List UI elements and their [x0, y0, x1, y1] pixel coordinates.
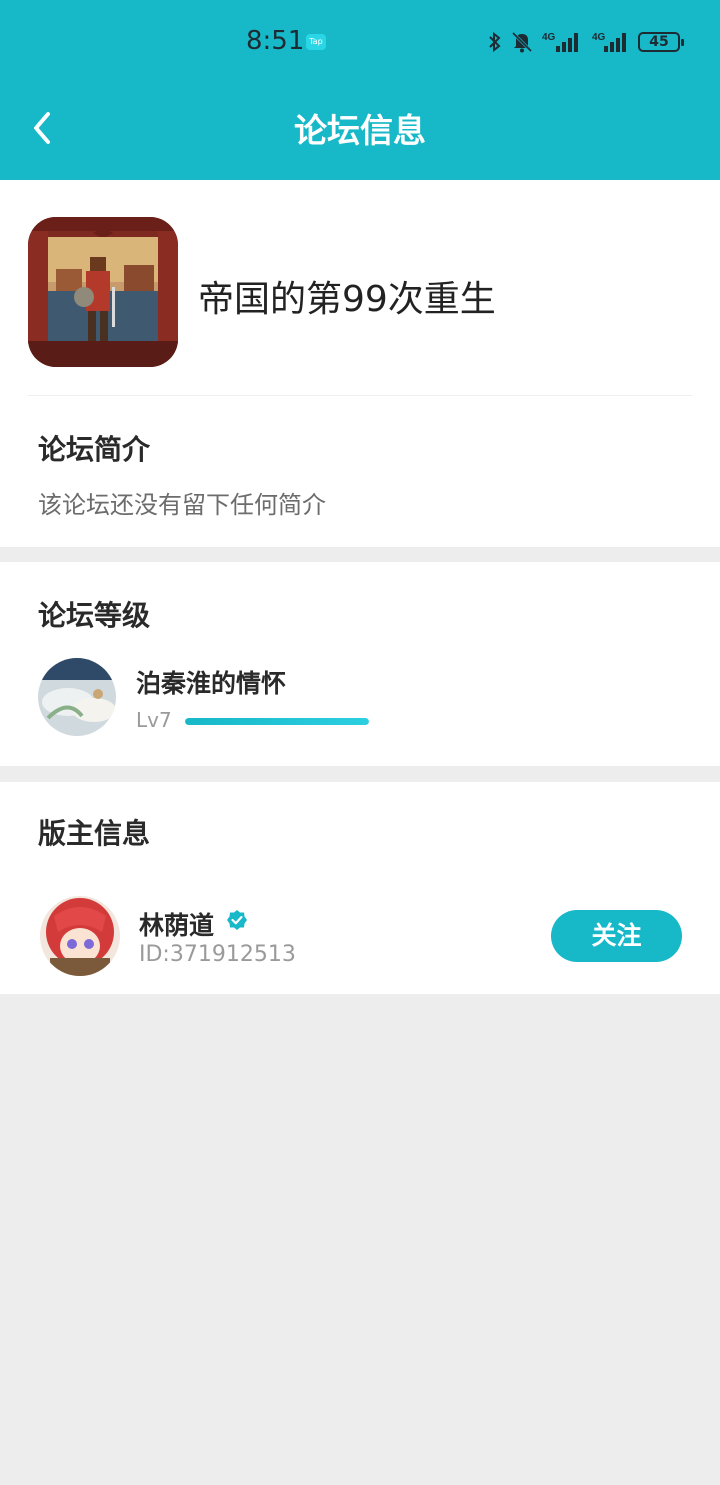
level-section-title: 论坛等级 — [38, 599, 151, 632]
moderator-id: ID:371912513 — [139, 942, 296, 967]
signal-icon-2: 4G — [592, 32, 626, 52]
user-avatar[interactable] — [38, 658, 116, 736]
battery-icon: 45 — [638, 32, 684, 52]
level-label: Lv7 — [136, 708, 172, 732]
mute-icon — [512, 31, 532, 53]
signal-label-2: 4G — [592, 32, 606, 43]
moderator-section-title: 版主信息 — [38, 817, 151, 850]
signal-label-1: 4G — [542, 32, 556, 43]
bluetooth-icon — [489, 31, 501, 53]
forum-level-card: 论坛等级 泊秦淮的情怀 Lv7 — [0, 562, 720, 766]
tap-app-icon: Tap — [306, 34, 326, 50]
page-title: 论坛信息 — [294, 111, 426, 150]
header-bar: 8:51 Tap 4G 4G 45 论坛信息 — [0, 0, 720, 180]
level-progress-bar — [185, 718, 369, 725]
forum-info-card: 帝国的第99次重生 论坛简介 该论坛还没有留下任何简介 — [0, 180, 720, 547]
intro-text: 该论坛还没有留下任何简介 — [38, 491, 326, 519]
intro-section-title: 论坛简介 — [38, 433, 151, 466]
forum-name: 帝国的第99次重生 — [198, 279, 496, 320]
status-icons: 4G 4G 45 — [488, 30, 684, 54]
moderator-name[interactable]: 林荫道 — [139, 906, 214, 942]
moderator-avatar[interactable] — [40, 896, 120, 976]
follow-button[interactable]: 关注 — [551, 910, 682, 962]
forum-game-icon[interactable] — [28, 217, 178, 367]
status-time: 8:51 — [246, 26, 305, 56]
level-progress-fill — [185, 718, 369, 725]
level-username: 泊秦淮的情怀 — [136, 669, 287, 698]
verified-icon — [227, 910, 247, 930]
moderator-card: 版主信息 林荫道 ID:371912513 关注 — [0, 782, 720, 994]
signal-icon: 4G — [542, 32, 578, 52]
divider — [28, 395, 692, 396]
status-bar: 8:51 Tap 4G 4G 45 — [0, 0, 720, 84]
